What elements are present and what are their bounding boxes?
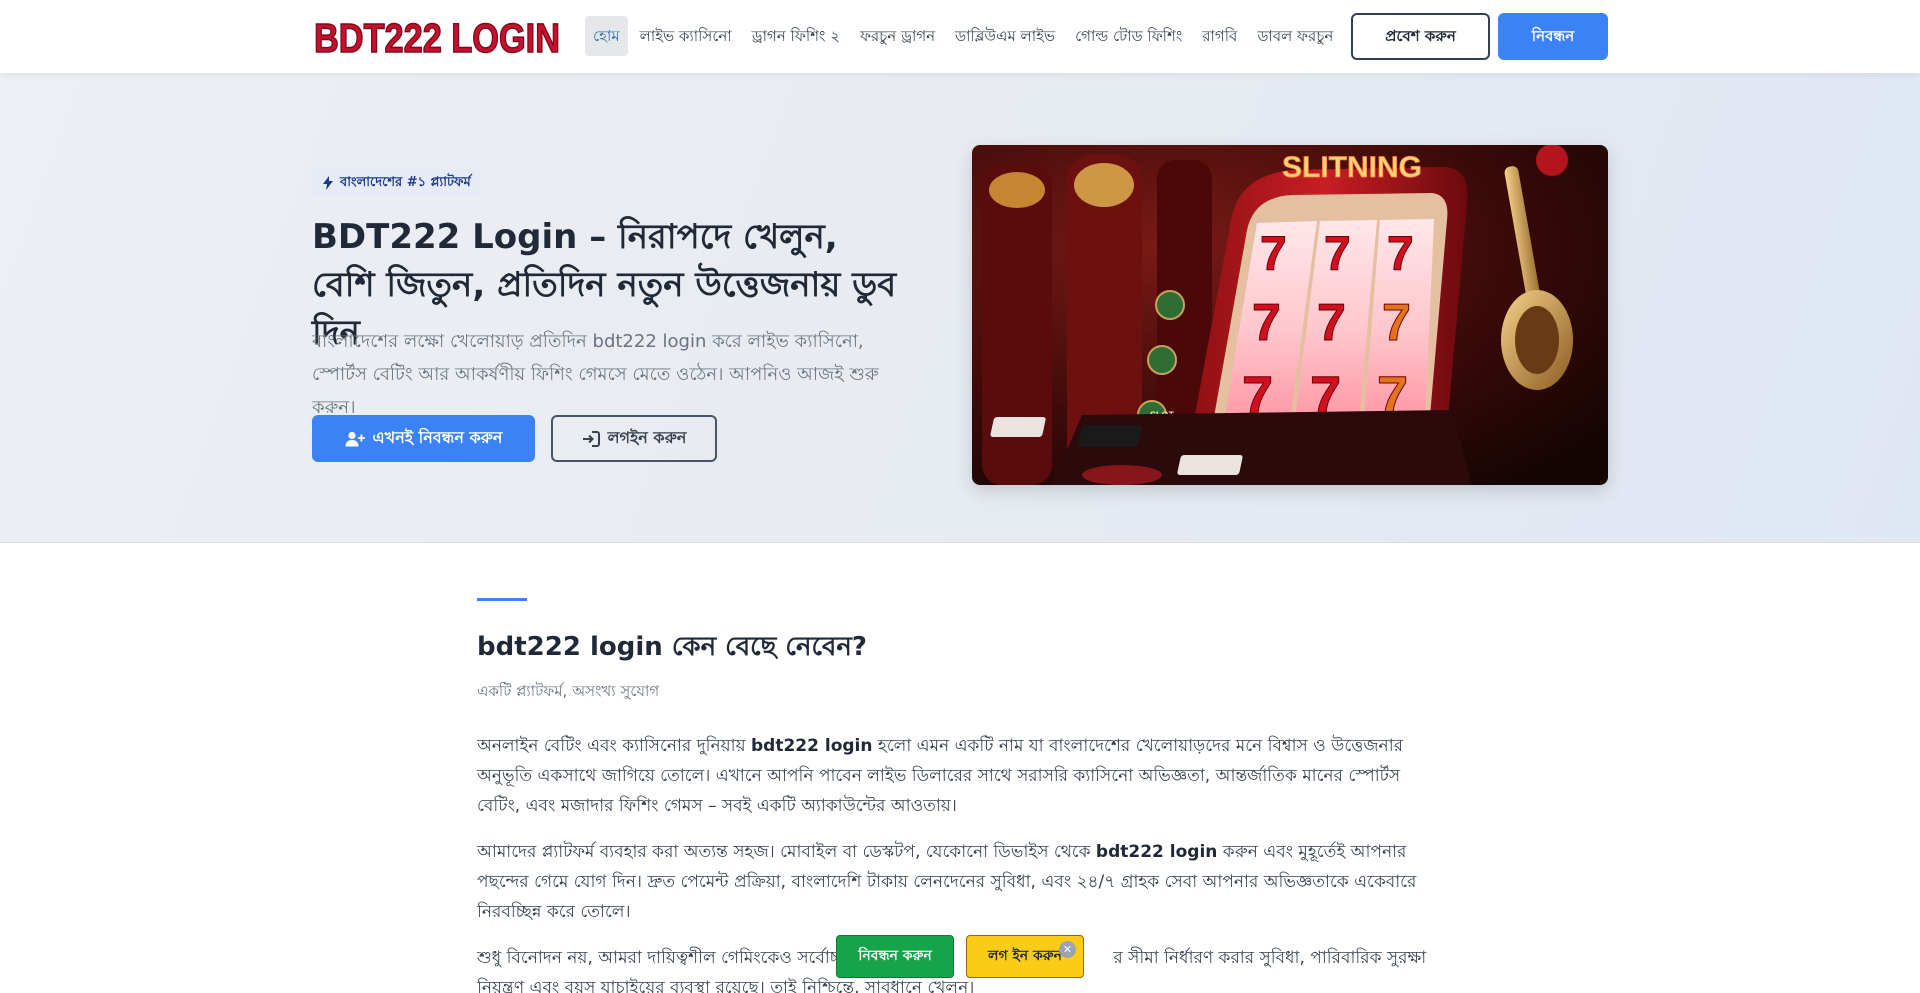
nav-live-casino[interactable]: লাইভ ক্যাসিনো [630, 16, 742, 56]
nav-home[interactable]: হোম [585, 16, 628, 56]
main-nav: হোম লাইভ ক্যাসিনো ড্রাগন ফিশিং ২ ফরচুন ড… [585, 16, 1343, 56]
paragraph-3: শুধু বিনোদন নয়, আমরা দায়িত্বশীল গেমিংক… [477, 948, 1427, 993]
slot-sign-text: SLITNING [1282, 151, 1422, 184]
svg-text:7: 7 [1382, 294, 1411, 352]
floating-register-button[interactable]: নিবন্ধন করুন [836, 935, 954, 978]
paragraph-1: অনলাইন বেটিং এবং ক্যাসিনোর দুনিয়ায় bdt… [477, 736, 1403, 816]
svg-text:7: 7 [1387, 228, 1414, 281]
hero-subtitle: বাংলাদেশের লক্ষো খেলোয়াড় প্রতিদিন bdt2… [312, 331, 879, 418]
hero-login-button[interactable]: লগইন করুন [551, 415, 717, 462]
lightning-icon [323, 176, 333, 190]
nav-rugby[interactable]: রাগবি [1192, 16, 1247, 56]
svg-text:7: 7 [1317, 294, 1346, 352]
section-accent-bar [477, 598, 527, 601]
close-icon[interactable]: ✕ [1059, 941, 1076, 958]
svg-text:7: 7 [1260, 228, 1287, 281]
svg-text:7: 7 [1324, 228, 1351, 281]
platform-badge: বাংলাদেশের #১ প্ল্যাটফর্ম [312, 169, 481, 197]
user-plus-icon [345, 431, 365, 446]
register-now-label: এখনই নিবন্ধন করুন [372, 428, 503, 447]
header-login-button[interactable]: প্রবেশ করুন [1351, 13, 1490, 60]
hero-login-label: লগইন করুন [607, 428, 687, 447]
logo-text: BDT222 LOGIN [314, 15, 560, 60]
register-now-button[interactable]: এখনই নিবন্ধন করুন [312, 415, 535, 462]
site-logo[interactable]: BDT222 LOGIN [312, 14, 562, 60]
section-subtitle: একটি প্ল্যাটফর্ম, অসংখ্য সুযোগ [477, 682, 660, 700]
sign-in-icon [582, 430, 600, 447]
nav-fortune-dragon[interactable]: ফরচুন ড্রাগন [850, 16, 945, 56]
top-header: BDT222 LOGIN হোম লাইভ ক্যাসিনো ড্রাগন ফি… [0, 0, 1920, 73]
nav-dragon-fishing-2[interactable]: ড্রাগন ফিশিং ২ [742, 16, 850, 56]
section-title: bdt222 login কেন বেছে নেবেন? [477, 632, 868, 662]
nav-gold-toad-fishing[interactable]: গোল্ড টোড ফিশিং [1065, 16, 1192, 56]
svg-text:7: 7 [1252, 294, 1281, 352]
nav-wm-live[interactable]: ডাব্লিউএম লাইভ [945, 16, 1065, 56]
why-choose-section: bdt222 login কেন বেছে নেবেন? একটি প্ল্যা… [477, 598, 1443, 993]
paragraph-2: আমাদের প্ল্যাটফর্ম ব্যবহার করা অত্যন্ত স… [477, 842, 1417, 922]
header-register-button[interactable]: নিবন্ধন [1498, 13, 1608, 60]
keyword-bold: bdt222 login [1095, 842, 1218, 862]
badge-label: বাংলাদেশের #১ প্ল্যাটফর্ম [340, 174, 471, 190]
nav-double-fortune[interactable]: ডাবল ফরচুন [1247, 16, 1343, 56]
hero-section: বাংলাদেশের #১ প্ল্যাটফর্ম BDT222 Login –… [0, 73, 1920, 543]
keyword-bold: bdt222 login [751, 736, 873, 756]
slot-machine-image: 7 7 7 7 7 7 7 7 7 SLOT SLITNING [972, 145, 1608, 485]
